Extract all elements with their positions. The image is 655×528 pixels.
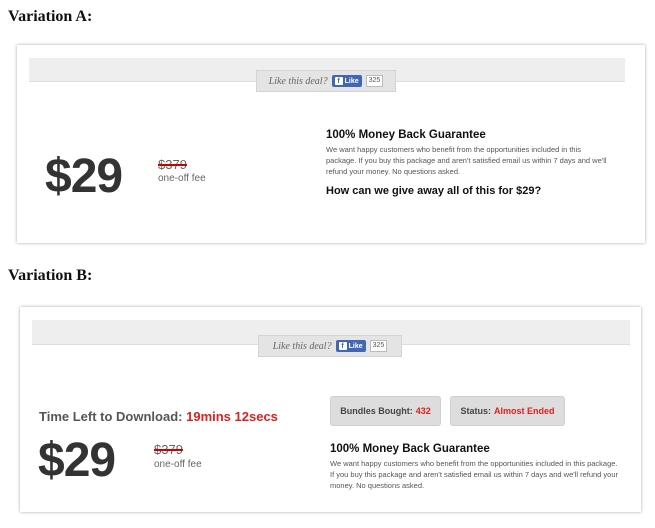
status-badge: Status: Almost Ended bbox=[450, 396, 565, 426]
bundles-bought-badge: Bundles Bought: 432 bbox=[330, 396, 441, 426]
facebook-like-label: Like bbox=[344, 77, 359, 85]
status-value: Almost Ended bbox=[494, 406, 555, 416]
timer-label: Time Left to Download: bbox=[39, 409, 183, 424]
time-left-to-download: Time Left to Download: 19mins 12secs bbox=[39, 409, 278, 424]
variation-a-heading: Variation A: bbox=[8, 8, 93, 25]
variation-a-card: Like this deal? f Like 325 $29 $379 one-… bbox=[17, 45, 645, 243]
old-price: $379 bbox=[158, 157, 187, 172]
one-off-fee-label: one-off fee bbox=[158, 173, 206, 184]
facebook-f-icon: f bbox=[334, 77, 343, 85]
giveaway-question[interactable]: How can we give away all of this for $29… bbox=[326, 185, 541, 197]
status-label: Status: bbox=[460, 406, 491, 416]
one-off-fee-label: one-off fee bbox=[154, 459, 202, 470]
guarantee-text: We want happy customers who benefit from… bbox=[330, 459, 619, 490]
price: $29 bbox=[45, 150, 123, 203]
guarantee-title: 100% Money Back Guarantee bbox=[326, 129, 486, 141]
bundles-value: 432 bbox=[415, 406, 431, 416]
old-price: $379 bbox=[154, 442, 183, 457]
facebook-like-button[interactable]: f Like bbox=[335, 340, 366, 352]
timer-value: 19mins 12secs bbox=[186, 409, 278, 424]
price: $29 bbox=[38, 434, 116, 487]
like-deal-box: Like this deal? f Like 325 bbox=[256, 70, 396, 92]
facebook-like-label: Like bbox=[348, 342, 363, 350]
variation-b-heading: Variation B: bbox=[8, 267, 93, 284]
guarantee-text: We want happy customers who benefit from… bbox=[326, 145, 607, 176]
guarantee-title: 100% Money Back Guarantee bbox=[330, 443, 490, 455]
like-deal-box: Like this deal? f Like 325 bbox=[258, 335, 402, 357]
like-deal-text: Like this deal? bbox=[268, 75, 328, 87]
variation-b-card: Like this deal? f Like 325 Time Left to … bbox=[20, 307, 641, 512]
bundles-label: Bundles Bought: bbox=[340, 406, 413, 416]
like-count: 325 bbox=[369, 340, 388, 352]
like-count: 325 bbox=[365, 75, 384, 87]
like-deal-text: Like this deal? bbox=[272, 340, 332, 352]
facebook-like-button[interactable]: f Like bbox=[331, 75, 362, 87]
facebook-f-icon: f bbox=[338, 342, 347, 350]
